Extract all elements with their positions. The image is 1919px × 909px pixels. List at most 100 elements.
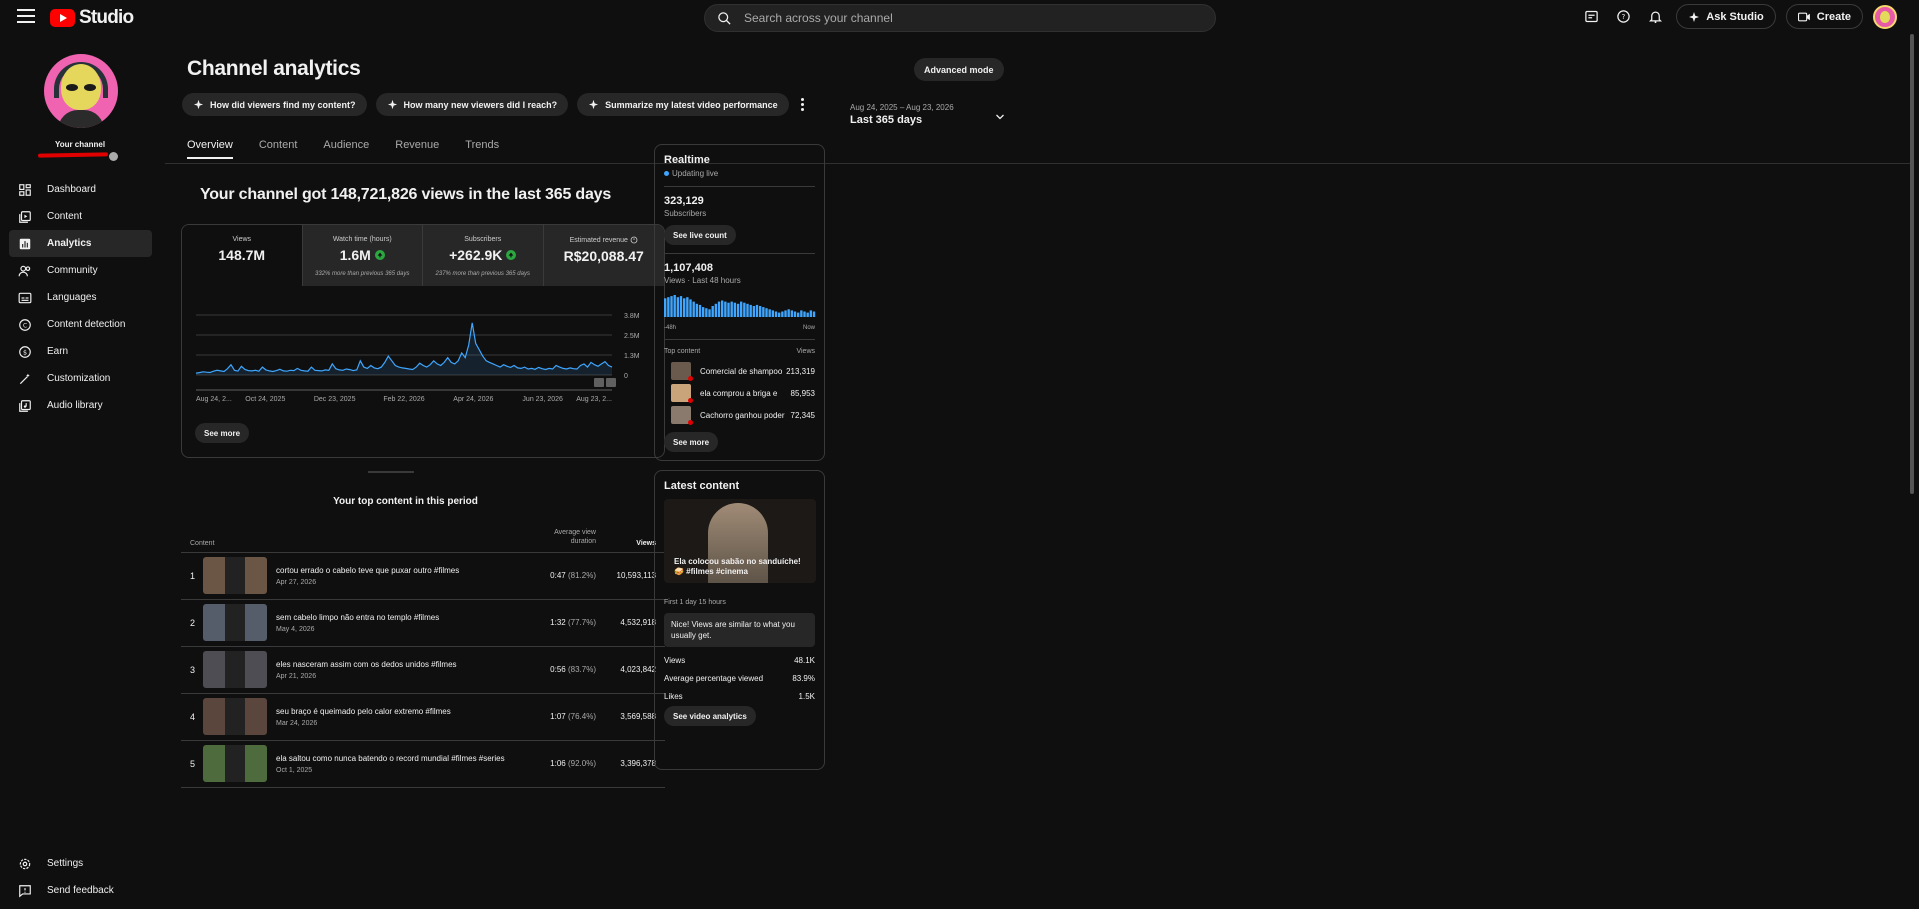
video-thumbnail[interactable] bbox=[203, 698, 267, 735]
sidebar-item-audio-library[interactable]: Audio library bbox=[9, 392, 152, 419]
table-row[interactable]: 4 seu braço é queimado pelo calor extremo… bbox=[181, 694, 665, 741]
see-live-count-button[interactable]: See live count bbox=[664, 225, 736, 245]
realtime-bar[interactable] bbox=[736, 303, 740, 317]
sidebar-item-dashboard[interactable]: Dashboard bbox=[9, 176, 152, 203]
realtime-bar[interactable] bbox=[698, 304, 702, 317]
realtime-bar[interactable] bbox=[806, 312, 809, 317]
realtime-bar[interactable] bbox=[740, 301, 743, 317]
realtime-bar[interactable] bbox=[673, 295, 676, 317]
sidebar-item-earn[interactable]: $ Earn bbox=[9, 338, 152, 365]
metric-watch-time[interactable]: Watch time (hours) 1.6M 332% more than p… bbox=[302, 225, 423, 286]
tab-revenue[interactable]: Revenue bbox=[395, 139, 439, 159]
realtime-bar[interactable] bbox=[755, 304, 759, 317]
sidebar-item-content-detection[interactable]: C Content detection bbox=[9, 311, 152, 338]
realtime-bar[interactable] bbox=[746, 303, 749, 317]
realtime-bar[interactable] bbox=[809, 310, 813, 317]
table-row[interactable]: 5 ela saltou como nunca batendo o record … bbox=[181, 741, 665, 788]
realtime-bar[interactable] bbox=[787, 309, 790, 317]
video-marker-icon[interactable] bbox=[594, 378, 604, 387]
realtime-bar[interactable] bbox=[778, 312, 781, 317]
realtime-bar[interactable] bbox=[708, 309, 711, 317]
realtime-bar[interactable] bbox=[664, 298, 667, 317]
advanced-mode-button[interactable]: Advanced mode bbox=[914, 58, 1004, 81]
realtime-bar[interactable] bbox=[803, 311, 806, 318]
account-avatar[interactable] bbox=[1873, 4, 1897, 29]
search-input[interactable] bbox=[744, 11, 1184, 25]
realtime-bar[interactable] bbox=[705, 308, 708, 317]
realtime-bar[interactable] bbox=[670, 296, 673, 317]
sidebar-item-settings[interactable]: Settings bbox=[9, 850, 152, 877]
sidebar-item-analytics[interactable]: Analytics bbox=[9, 230, 152, 257]
realtime-bar[interactable] bbox=[768, 309, 771, 317]
chip-summarize-latest[interactable]: Summarize my latest video performance bbox=[577, 93, 789, 116]
see-more-button[interactable]: See more bbox=[195, 423, 250, 443]
realtime-bar[interactable] bbox=[702, 307, 705, 317]
tab-content[interactable]: Content bbox=[259, 139, 298, 159]
menu-icon[interactable] bbox=[17, 9, 35, 25]
realtime-bar[interactable] bbox=[721, 300, 724, 318]
video-thumbnail[interactable] bbox=[203, 604, 267, 641]
realtime-top-item[interactable]: ela comprou a briga e 85,953 bbox=[664, 382, 815, 404]
realtime-bar[interactable] bbox=[686, 297, 689, 317]
realtime-bar[interactable] bbox=[752, 306, 756, 317]
date-range-picker[interactable]: Aug 24, 2025 – Aug 23, 2026 Last 365 day… bbox=[850, 103, 1006, 126]
video-thumbnail[interactable] bbox=[203, 651, 267, 688]
tab-audience[interactable]: Audience bbox=[323, 139, 369, 159]
views-series-line[interactable] bbox=[195, 322, 613, 374]
realtime-bar[interactable] bbox=[765, 308, 768, 317]
realtime-bar[interactable] bbox=[800, 310, 803, 317]
sidebar-item-community[interactable]: Community bbox=[9, 257, 152, 284]
realtime-bar[interactable] bbox=[724, 301, 727, 317]
realtime-bar[interactable] bbox=[743, 302, 746, 317]
metric-revenue[interactable]: Estimated revenue R$20,088.47 bbox=[543, 225, 664, 286]
chip-viewers-find[interactable]: How did viewers find my content? bbox=[182, 93, 367, 116]
realtime-bar[interactable] bbox=[781, 311, 784, 318]
create-button[interactable]: Create bbox=[1785, 4, 1863, 29]
realtime-bar[interactable] bbox=[759, 306, 762, 317]
realtime-bar[interactable] bbox=[762, 307, 765, 317]
tab-trends[interactable]: Trends bbox=[465, 139, 499, 159]
realtime-bar[interactable] bbox=[667, 297, 670, 317]
studio-logo[interactable]: Studio bbox=[50, 7, 134, 29]
realtime-bar[interactable] bbox=[695, 303, 699, 317]
realtime-bar[interactable] bbox=[730, 301, 733, 317]
realtime-bar-chart[interactable] bbox=[664, 293, 816, 317]
metric-views[interactable]: Views 148.7M bbox=[182, 225, 303, 286]
realtime-bar[interactable] bbox=[793, 311, 797, 318]
sidebar-item-content[interactable]: Content bbox=[9, 203, 152, 230]
realtime-bar[interactable] bbox=[711, 306, 714, 317]
table-row[interactable]: 2 sem cabelo limpo não entra no templo #f… bbox=[181, 600, 665, 647]
sidebar-item-send-feedback[interactable]: Send feedback bbox=[9, 877, 152, 904]
realtime-top-item[interactable]: Comercial de shampoo 213,319 bbox=[664, 360, 815, 382]
realtime-bar[interactable] bbox=[797, 312, 800, 317]
realtime-bar[interactable] bbox=[774, 311, 778, 318]
realtime-bar[interactable] bbox=[717, 301, 721, 317]
realtime-bar[interactable] bbox=[714, 303, 718, 317]
notifications-bell-icon[interactable] bbox=[1644, 6, 1666, 28]
sidebar-item-languages[interactable]: Languages bbox=[9, 284, 152, 311]
realtime-bar[interactable] bbox=[683, 298, 686, 317]
realtime-bar[interactable] bbox=[692, 301, 695, 317]
latest-video-thumbnail[interactable]: Ela colocou sabão no sanduíche! 🥪 #filme… bbox=[664, 499, 816, 583]
more-options-icon[interactable] bbox=[798, 96, 808, 114]
realtime-top-item[interactable]: Cachorro ganhou poder 72,345 bbox=[664, 404, 815, 426]
ask-studio-button[interactable]: Ask Studio bbox=[1676, 4, 1776, 29]
channel-avatar[interactable] bbox=[44, 54, 118, 128]
sidebar-item-customization[interactable]: Customization bbox=[9, 365, 152, 392]
search-box[interactable] bbox=[704, 4, 1216, 32]
table-row[interactable]: 3 eles nasceram assim com os dedos unidos… bbox=[181, 647, 665, 694]
video-thumbnail[interactable] bbox=[203, 745, 267, 782]
metric-subscribers[interactable]: Subscribers +262.9K 237% more than previ… bbox=[423, 225, 544, 286]
video-thumbnail[interactable] bbox=[203, 557, 267, 594]
realtime-bar[interactable] bbox=[749, 304, 752, 317]
tab-overview[interactable]: Overview bbox=[187, 139, 233, 159]
video-marker-icon[interactable] bbox=[606, 378, 616, 387]
chip-new-viewers[interactable]: How many new viewers did I reach? bbox=[375, 93, 569, 116]
see-video-analytics-button[interactable]: See video analytics bbox=[664, 706, 756, 726]
realtime-bar[interactable] bbox=[790, 310, 794, 317]
video-title[interactable]: cortou errado o cabelo teve que puxar ou… bbox=[276, 566, 459, 575]
column-header-duration[interactable]: Average view duration bbox=[536, 528, 596, 546]
realtime-see-more-button[interactable]: See more bbox=[664, 432, 719, 452]
realtime-bar[interactable] bbox=[679, 296, 683, 317]
notes-icon[interactable] bbox=[1580, 6, 1602, 28]
